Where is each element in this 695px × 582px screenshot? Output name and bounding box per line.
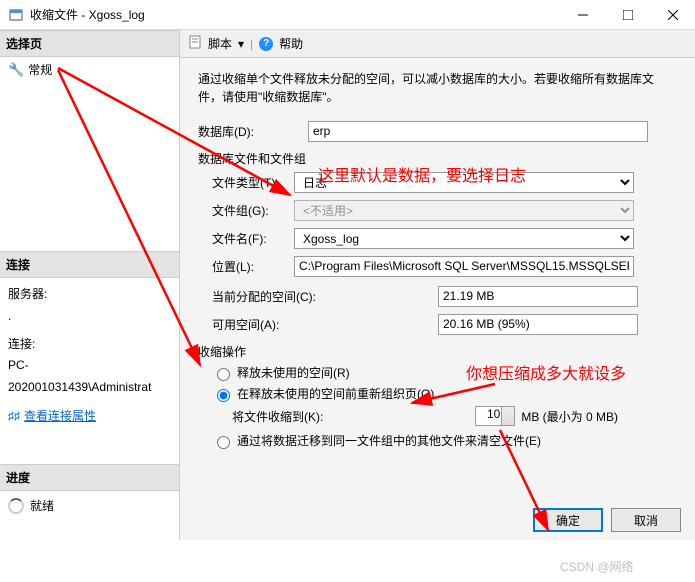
available-label: 可用空间(A): xyxy=(198,316,438,333)
shrink-action-title: 收缩操作 xyxy=(198,343,677,360)
ok-button[interactable]: 确定 xyxy=(533,508,603,532)
filename-select[interactable]: Xgoss_log xyxy=(294,228,634,249)
conn-label: 连接: xyxy=(8,334,171,356)
select-page-header: 选择页 xyxy=(0,30,179,57)
shrinkto-label: 将文件收缩到(K): xyxy=(232,408,323,425)
filegroup-label: 文件组(G): xyxy=(198,202,294,219)
available-value: 20.16 MB (95%) xyxy=(438,314,638,335)
connection-icon: ♯♯ xyxy=(8,406,20,428)
conn-value: PC-202001031439\Administrat xyxy=(8,355,171,398)
filetype-label: 文件类型(T): xyxy=(198,174,294,191)
reorganize-label: 在释放未使用的空间前重新组织页(O) xyxy=(237,385,434,402)
page-general-label: 常规 xyxy=(28,61,52,78)
maximize-button[interactable] xyxy=(605,0,650,30)
script-dropdown-icon[interactable]: ▾ xyxy=(238,37,244,51)
files-group-title: 数据库文件和文件组 xyxy=(198,150,677,167)
help-button[interactable]: 帮助 xyxy=(279,35,303,52)
toolbar: 脚本 ▾ | ? 帮助 xyxy=(180,30,695,58)
location-label: 位置(L): xyxy=(198,258,294,275)
allocated-label: 当前分配的空间(C): xyxy=(198,288,438,305)
allocated-value: 21.19 MB xyxy=(438,286,638,307)
page-general[interactable]: 🔧 常规 xyxy=(0,57,179,82)
view-connection-props-link[interactable]: 查看连接属性 xyxy=(24,406,96,428)
empty-file-radio[interactable] xyxy=(217,436,230,449)
description-text: 通过收缩单个文件释放未分配的空间，可以减小数据库的大小。若要收缩所有数据库文件，… xyxy=(198,70,677,106)
database-field xyxy=(308,121,648,142)
location-field xyxy=(294,256,634,277)
content-area: 通过收缩单个文件释放未分配的空间，可以减小数据库的大小。若要收缩所有数据库文件，… xyxy=(180,58,695,540)
window-title: 收缩文件 - Xgoss_log xyxy=(30,6,560,23)
server-value: . xyxy=(8,306,171,328)
filetype-select[interactable]: 日志 xyxy=(294,172,634,193)
script-button[interactable]: 脚本 xyxy=(208,35,232,52)
connection-header: 连接 xyxy=(0,251,179,278)
app-icon xyxy=(8,7,24,23)
connection-body: 服务器: . 连接: PC-202001031439\Administrat ♯… xyxy=(0,278,179,434)
close-button[interactable] xyxy=(650,0,695,30)
release-unused-radio[interactable] xyxy=(217,368,230,381)
script-icon xyxy=(188,35,202,52)
cancel-button[interactable]: 取消 xyxy=(611,508,681,532)
filegroup-select[interactable]: <不适用> xyxy=(294,200,634,221)
progress-status: 就绪 xyxy=(30,497,54,514)
reorganize-radio[interactable] xyxy=(217,389,230,402)
minimize-button[interactable] xyxy=(560,0,605,30)
left-pane: 选择页 🔧 常规 连接 服务器: . 连接: PC-202001031439\A… xyxy=(0,30,180,540)
shrinkto-spinner[interactable]: 10 xyxy=(475,406,515,426)
wrench-icon: 🔧 xyxy=(8,62,24,78)
release-unused-label: 释放未使用的空间(R) xyxy=(237,364,350,381)
help-icon: ? xyxy=(259,37,273,51)
toolbar-separator: | xyxy=(250,37,253,51)
server-label: 服务器: xyxy=(8,284,171,306)
filename-label: 文件名(F): xyxy=(198,230,294,247)
title-bar: 收缩文件 - Xgoss_log xyxy=(0,0,695,30)
shrinkto-suffix: MB (最小为 0 MB) xyxy=(521,408,618,425)
progress-header: 进度 xyxy=(0,464,179,491)
database-label: 数据库(D): xyxy=(198,123,308,140)
progress-spinner-icon xyxy=(8,498,24,514)
watermark: CSDN @网络 xyxy=(560,558,634,575)
empty-file-label: 通过将数据迁移到同一文件组中的其他文件来清空文件(E) xyxy=(237,432,541,449)
